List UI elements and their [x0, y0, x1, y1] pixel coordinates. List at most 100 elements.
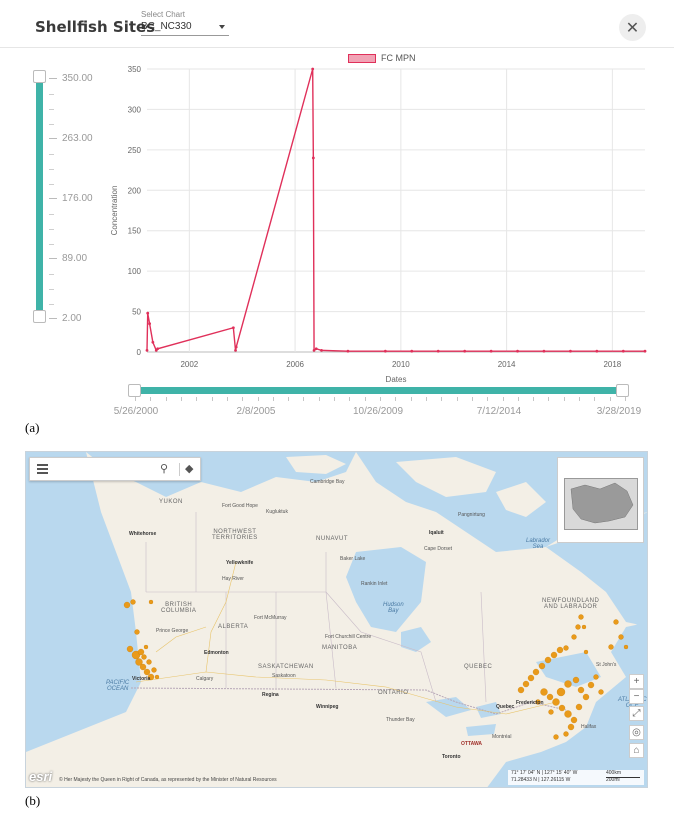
- city-whitehorse: Whitehorse: [129, 531, 157, 537]
- date-slider-tick: [288, 397, 290, 401]
- city-prince-george: Prince George: [156, 628, 189, 634]
- vslider-tick-label: 263.00: [49, 133, 93, 144]
- date-slider-label: 3/28/2019: [596, 406, 642, 417]
- legend-swatch[interactable]: [348, 54, 376, 63]
- map-label-ontario: ONTARIO: [378, 690, 409, 696]
- map-view[interactable]: YUKON NORTHWEST TERRITORIES NUNAVUT BRIT…: [25, 451, 648, 788]
- date-slider-tick: [318, 397, 320, 401]
- vslider-minor-tick: [49, 304, 54, 305]
- date-slider-label: 2/8/2005: [236, 406, 276, 417]
- date-slider-tick: [395, 397, 397, 401]
- menu-icon[interactable]: [37, 464, 48, 474]
- date-slider-label: 5/26/2000: [113, 406, 159, 417]
- vertical-range-slider[interactable]: [36, 80, 43, 310]
- city-calgary: Calgary: [196, 676, 214, 682]
- map-search-widget[interactable]: ⚲ ◆: [29, 457, 201, 481]
- city-quebec: Quebec: [496, 704, 515, 710]
- home-button[interactable]: ⌂: [629, 743, 644, 758]
- city-st-johns: St John's: [596, 662, 617, 668]
- coordinate-readout: 71° 17' 04" N | 127° 15' 40" W 71.28433 …: [508, 770, 644, 785]
- vslider-minor-tick: [49, 184, 54, 185]
- y-axis-title: Concentration: [110, 186, 119, 236]
- date-slider-tick: [517, 397, 519, 401]
- date-slider-tick: [334, 397, 336, 401]
- zoom-out-icon: −: [633, 691, 640, 702]
- vslider-minor-tick: [49, 169, 54, 170]
- date-slider-handle-end[interactable]: [616, 384, 629, 397]
- vslider-minor-tick: [49, 154, 54, 155]
- date-slider-tick: [410, 397, 412, 401]
- close-button[interactable]: ✕: [619, 14, 646, 41]
- city-edmonton: Edmonton: [204, 650, 229, 656]
- locate-icon: ◎: [632, 727, 641, 738]
- data-point: [410, 349, 414, 353]
- date-slider-tick: [579, 397, 581, 401]
- y-tick-label: 250: [128, 146, 142, 155]
- date-slider-tick: [548, 397, 550, 401]
- data-point: [314, 347, 318, 351]
- vslider-minor-tick: [49, 274, 54, 275]
- date-slider-tick: [257, 397, 259, 401]
- y-tick-label: 350: [128, 65, 142, 74]
- vslider-minor-tick: [49, 229, 54, 230]
- chart-select[interactable]: BC_NC330: [141, 20, 229, 36]
- map-label-nfl: NEWFOUNDLAND AND LABRADOR: [542, 598, 600, 610]
- chart-select-value: BC_NC330: [141, 21, 192, 32]
- data-point: [436, 349, 440, 353]
- city-pangnirtung: Pangnirtung: [458, 512, 485, 518]
- data-point: [542, 349, 546, 353]
- vslider-minor-tick: [49, 124, 54, 125]
- vslider-tick-label: 350.00: [49, 73, 93, 84]
- slider-handle-bottom[interactable]: [33, 310, 46, 323]
- map-label-manitoba: MANITOBA: [322, 645, 358, 651]
- map-label-alberta: ALBERTA: [218, 624, 249, 630]
- vslider-minor-tick: [49, 214, 54, 215]
- date-slider-tick: [211, 397, 213, 401]
- data-point: [569, 349, 572, 353]
- overview-map[interactable]: [557, 457, 644, 543]
- data-point: [234, 345, 238, 349]
- date-slider-label: 7/12/2014: [476, 406, 522, 417]
- slider-handle-top[interactable]: [33, 70, 46, 83]
- chart-header: Shellfish Sites Select Chart BC_NC330 ✕: [0, 0, 674, 48]
- expand-icon: ⤢: [632, 708, 641, 719]
- city-winnipeg: Winnipeg: [316, 704, 339, 710]
- date-slider-tick: [563, 397, 565, 401]
- city-yellowknife: Yellowknife: [226, 560, 254, 566]
- scale-bar-mi: 200mi: [606, 777, 620, 783]
- map-attribution: © Her Majesty the Queen in Right of Cana…: [59, 777, 277, 783]
- data-point: [383, 349, 387, 353]
- date-slider-tick: [609, 397, 611, 401]
- x-tick-label: 2006: [286, 360, 304, 369]
- map-label-nwt: NORTHWEST TERRITORIES: [212, 529, 258, 541]
- data-point: [643, 349, 647, 353]
- date-slider-tick: [165, 397, 167, 401]
- date-range-slider[interactable]: [133, 387, 624, 394]
- chart-plot: 0 50 100 150 200 250 300 350 2002 2006 2010 2014 201…: [110, 65, 647, 384]
- home-icon: ⌂: [633, 745, 640, 756]
- search-separator: [179, 463, 180, 476]
- city-cambridge-bay: Cambridge Bay: [310, 479, 345, 485]
- date-slider-handle-start[interactable]: [128, 384, 141, 397]
- data-point: [311, 67, 315, 71]
- data-point: [148, 322, 152, 326]
- city-toronto: Toronto: [442, 754, 461, 760]
- x-tick-label: 2002: [180, 360, 198, 369]
- locate-button[interactable]: ◎: [629, 725, 644, 740]
- city-fort-mcmurray: Fort McMurray: [254, 615, 287, 621]
- layers-icon[interactable]: ◆: [185, 462, 193, 475]
- map-label-labrador-sea: Labrador Sea: [526, 538, 551, 550]
- search-icon[interactable]: ⚲: [160, 462, 168, 475]
- data-point: [151, 340, 155, 344]
- x-tick-label: 2018: [603, 360, 621, 369]
- zoom-in-button[interactable]: +: [629, 674, 644, 689]
- city-baker-lake: Baker Lake: [340, 556, 366, 562]
- expand-button[interactable]: ⤢: [629, 706, 644, 721]
- date-slider-tick: [533, 397, 535, 401]
- zoom-out-button[interactable]: −: [629, 689, 644, 704]
- data-point: [311, 156, 315, 160]
- date-slider-tick: [487, 397, 489, 401]
- y-tick-label: 200: [128, 186, 142, 195]
- date-slider-tick: [135, 397, 136, 401]
- data-point: [231, 326, 235, 330]
